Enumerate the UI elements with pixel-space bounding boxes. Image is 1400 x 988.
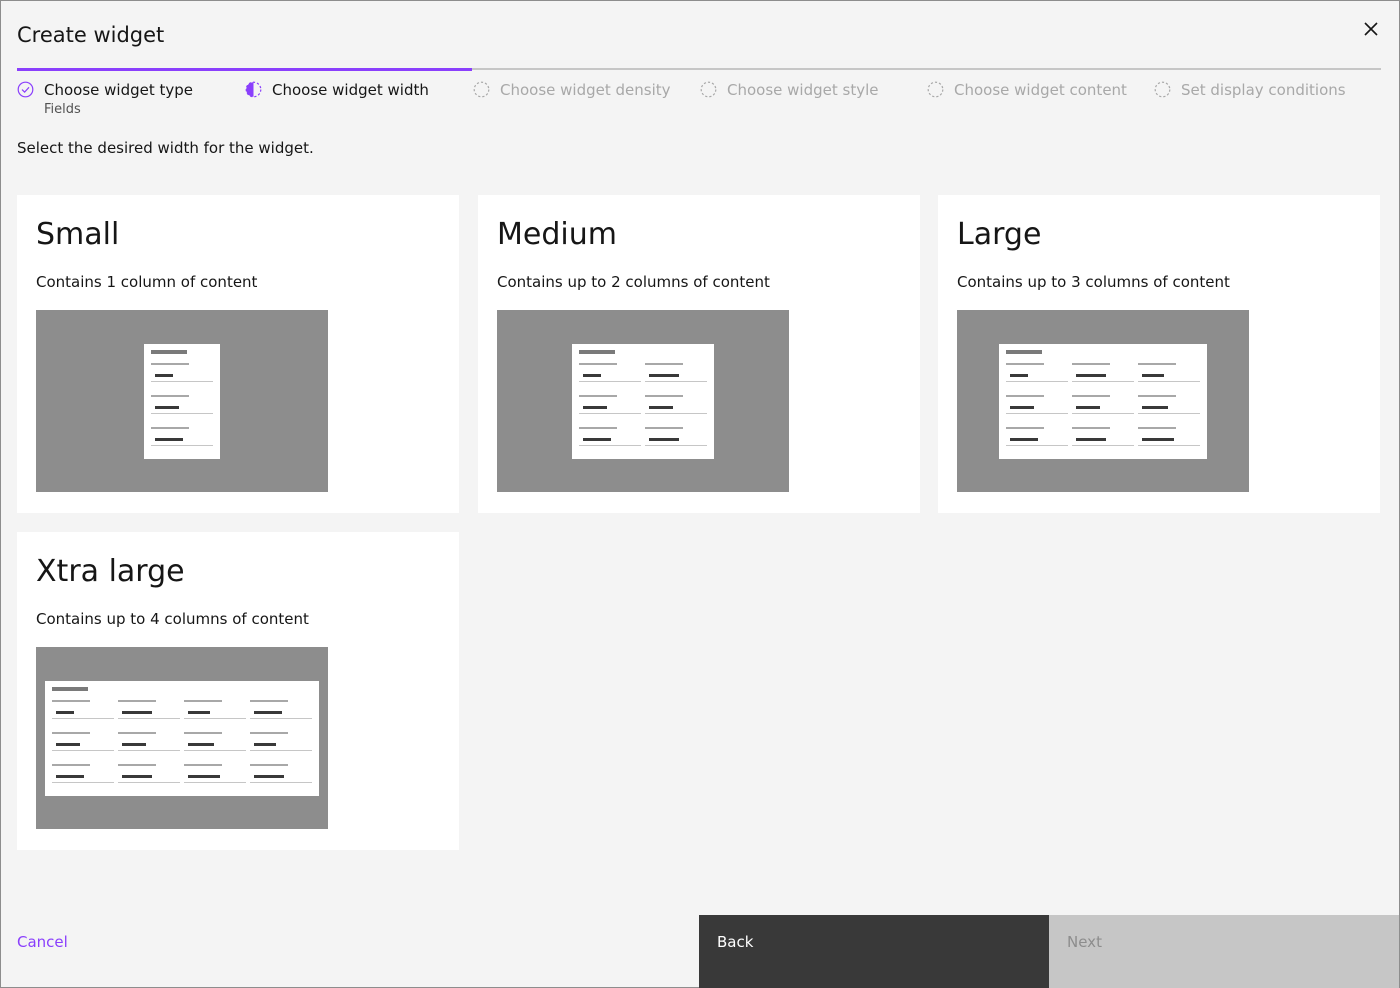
progress-fill xyxy=(17,68,472,71)
step-choose-widget-style: Choose widget style xyxy=(700,80,878,100)
width-option-xtra-large[interactable]: Xtra large Contains up to 4 columns of c… xyxy=(17,532,459,850)
preview-field xyxy=(645,363,707,393)
preview-heading-bar xyxy=(52,687,88,691)
preview-field xyxy=(52,700,114,730)
preview-field xyxy=(184,700,246,730)
preview-heading-bar xyxy=(1006,350,1042,354)
preview-field xyxy=(1138,427,1200,457)
preview-field xyxy=(118,764,180,794)
preview-field xyxy=(579,427,641,457)
preview-field xyxy=(184,732,246,762)
option-description: Contains up to 4 columns of content xyxy=(36,610,309,628)
preview-page xyxy=(572,344,714,459)
step-label: Choose widget type xyxy=(44,81,194,99)
circle-dash-icon xyxy=(700,81,717,98)
option-title: Small xyxy=(36,217,120,252)
step-label: Choose widget density xyxy=(500,81,671,99)
layout-preview-small xyxy=(36,310,328,492)
circle-dash-icon xyxy=(1154,81,1171,98)
step-label: Set display conditions xyxy=(1181,81,1346,99)
step-label: Choose widget content xyxy=(954,81,1127,99)
progress-indicator: Choose widget type Fields Choose widget w… xyxy=(17,68,1381,128)
width-option-small[interactable]: Small Contains 1 column of content xyxy=(17,195,459,513)
preview-field xyxy=(1138,395,1200,425)
preview-page xyxy=(45,681,319,796)
preview-field xyxy=(184,764,246,794)
preview-field xyxy=(1138,363,1200,393)
layout-preview-xtra-large xyxy=(36,647,328,829)
preview-field xyxy=(579,395,641,425)
next-button[interactable]: Next xyxy=(1049,915,1399,988)
preview-field xyxy=(1006,363,1068,393)
preview-field xyxy=(118,732,180,762)
option-description: Contains up to 2 columns of content xyxy=(497,273,770,291)
close-icon xyxy=(1364,22,1378,36)
option-description: Contains 1 column of content xyxy=(36,273,258,291)
preview-heading-bar xyxy=(579,350,615,354)
instruction-text: Select the desired width for the widget. xyxy=(17,139,314,157)
option-title: Large xyxy=(957,217,1042,252)
width-option-medium[interactable]: Medium Contains up to 2 columns of conte… xyxy=(478,195,920,513)
preview-field xyxy=(1006,427,1068,457)
dialog-footer: Cancel Back Next xyxy=(1,915,1399,988)
step-label: Choose widget style xyxy=(727,81,879,99)
step-sublabel: Fields xyxy=(44,102,81,117)
preview-field xyxy=(52,764,114,794)
preview-field xyxy=(250,700,312,730)
preview-field xyxy=(579,363,641,393)
dialog-title: Create widget xyxy=(17,23,165,47)
step-choose-widget-width[interactable]: Choose widget width xyxy=(245,80,429,100)
checkmark-outline-icon xyxy=(17,81,34,98)
preview-field xyxy=(250,764,312,794)
preview-field xyxy=(52,732,114,762)
incomplete-half-icon xyxy=(245,81,262,98)
layout-preview-large xyxy=(957,310,1249,492)
option-title: Xtra large xyxy=(36,554,185,589)
step-set-display-conditions: Set display conditions xyxy=(1154,80,1346,100)
preview-field xyxy=(645,395,707,425)
preview-field xyxy=(1072,395,1134,425)
back-button[interactable]: Back xyxy=(699,915,1049,988)
preview-field xyxy=(1072,427,1134,457)
preview-page xyxy=(999,344,1207,459)
width-option-large[interactable]: Large Contains up to 3 columns of conten… xyxy=(938,195,1380,513)
preview-field xyxy=(151,395,213,425)
circle-dash-icon xyxy=(473,81,490,98)
preview-field xyxy=(118,700,180,730)
close-button[interactable] xyxy=(1359,17,1383,41)
step-choose-widget-density: Choose widget density xyxy=(473,80,671,100)
preview-field xyxy=(250,732,312,762)
layout-preview-medium xyxy=(497,310,789,492)
option-description: Contains up to 3 columns of content xyxy=(957,273,1230,291)
step-label: Choose widget width xyxy=(272,81,429,99)
preview-field xyxy=(1006,395,1068,425)
step-choose-widget-content: Choose widget content xyxy=(927,80,1127,100)
preview-field xyxy=(1072,363,1134,393)
preview-field xyxy=(645,427,707,457)
preview-field xyxy=(151,427,213,457)
preview-field xyxy=(151,363,213,393)
create-widget-dialog: Create widget Choose widget type Fields C… xyxy=(0,0,1400,988)
option-title: Medium xyxy=(497,217,617,252)
cancel-link[interactable]: Cancel xyxy=(17,933,68,951)
preview-page xyxy=(144,344,220,459)
preview-heading-bar xyxy=(151,350,187,354)
circle-dash-icon xyxy=(927,81,944,98)
step-choose-widget-type[interactable]: Choose widget type Fields xyxy=(17,80,193,120)
